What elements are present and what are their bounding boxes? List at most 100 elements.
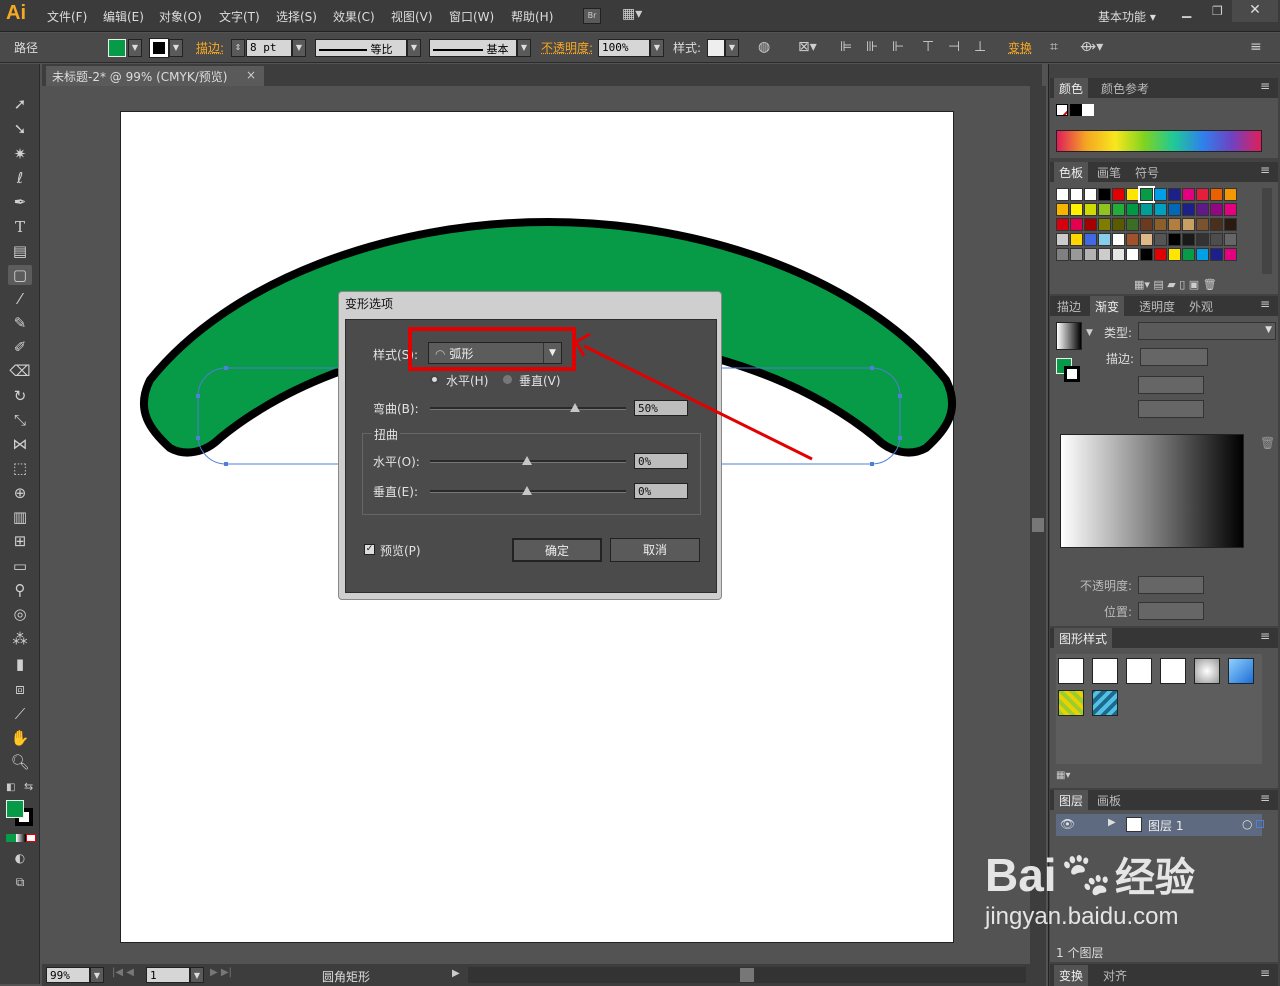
distort-horizontal-thumb[interactable]: [522, 456, 532, 465]
color-swatch[interactable]: [1168, 248, 1181, 261]
color-swatch[interactable]: [1070, 203, 1083, 216]
vertical-radio[interactable]: [503, 375, 512, 384]
menu-effect[interactable]: 效果(C): [333, 8, 375, 25]
color-swatch[interactable]: [1112, 203, 1125, 216]
color-swatch[interactable]: [1168, 203, 1181, 216]
type-tool-icon[interactable]: T: [8, 217, 32, 237]
gradient-stroke-buttons[interactable]: [1140, 348, 1208, 366]
blend-tool-icon[interactable]: ◎: [8, 604, 32, 624]
color-swatch[interactable]: [1126, 188, 1139, 201]
bend-value-field[interactable]: 50%: [634, 400, 688, 416]
envelope-icon[interactable]: ⟴▾: [1080, 39, 1103, 55]
artboard-dropdown-icon[interactable]: ▼: [190, 967, 204, 983]
stroke-weight-dropdown-icon[interactable]: ▼: [292, 39, 306, 57]
align-right-icon[interactable]: ⊩: [892, 39, 904, 55]
pen-tool-icon[interactable]: ✒: [8, 192, 32, 212]
slice-tool-icon[interactable]: ⟋: [8, 704, 32, 724]
style-shadow[interactable]: [1194, 658, 1220, 684]
eraser-tool-icon[interactable]: ⌫: [8, 361, 32, 381]
style-swatch[interactable]: [707, 39, 725, 57]
control-panel-menu-icon[interactable]: ≡: [1250, 39, 1262, 55]
zoom-dropdown-icon[interactable]: ▼: [90, 967, 104, 983]
menu-help[interactable]: 帮助(H): [511, 8, 553, 25]
color-swatch[interactable]: [1182, 248, 1195, 261]
bridge-button[interactable]: Br: [583, 8, 601, 24]
color-swatch[interactable]: [1182, 218, 1195, 231]
opacity-field[interactable]: 100%: [598, 39, 650, 57]
target-circle-icon[interactable]: ○: [1242, 817, 1252, 831]
tab-transform[interactable]: 变换: [1054, 965, 1089, 986]
color-swatch[interactable]: [1126, 203, 1139, 216]
color-swatch[interactable]: [1154, 203, 1167, 216]
transform-menu-icon[interactable]: ≡: [1260, 966, 1270, 980]
color-swatch[interactable]: [1196, 188, 1209, 201]
opacity-dropdown-icon[interactable]: ▼: [650, 39, 664, 57]
tab-brushes[interactable]: 画笔: [1092, 162, 1126, 183]
eyedropper-tool-icon[interactable]: ⚲: [8, 580, 32, 600]
vertical-scrollbar[interactable]: [1030, 86, 1046, 964]
brush-dropdown-icon[interactable]: ▼: [517, 39, 531, 57]
color-swatch[interactable]: [1168, 218, 1181, 231]
color-swatch[interactable]: [1224, 218, 1237, 231]
gradient-ramp[interactable]: [1060, 434, 1244, 548]
line-tool-icon[interactable]: ▤: [8, 241, 32, 261]
color-swatch[interactable]: [1084, 233, 1097, 246]
color-swatch[interactable]: [1126, 218, 1139, 231]
color-swatch[interactable]: [1112, 188, 1125, 201]
color-swatch[interactable]: [1154, 233, 1167, 246]
color-swatch[interactable]: [1098, 203, 1111, 216]
stroke-weight-field[interactable]: 8 pt: [246, 39, 292, 57]
color-swatch[interactable]: [1084, 248, 1097, 261]
close-document-icon[interactable]: ×: [246, 68, 256, 82]
gradient-menu-icon[interactable]: ≡: [1260, 297, 1270, 311]
vertical-scroll-thumb[interactable]: [1032, 518, 1044, 532]
perspective-grid-tool-icon[interactable]: ▥: [8, 507, 32, 527]
style-pattern-blue[interactable]: [1092, 690, 1118, 716]
color-swatch[interactable]: [1112, 233, 1125, 246]
magic-wand-tool-icon[interactable]: ✷: [8, 144, 32, 164]
color-swatch[interactable]: [1126, 248, 1139, 261]
tab-color[interactable]: 颜色: [1054, 78, 1089, 99]
menu-window[interactable]: 窗口(W): [449, 8, 494, 25]
screen-mode-icon[interactable]: ⧉: [8, 872, 32, 892]
color-swatch[interactable]: [1112, 218, 1125, 231]
color-swatch[interactable]: [1084, 218, 1097, 231]
minimize-icon[interactable]: ▁: [1182, 4, 1191, 18]
gradient-type-select[interactable]: ▼: [1138, 322, 1276, 340]
align-left-icon[interactable]: ⊫: [840, 39, 852, 55]
color-swatch[interactable]: [1098, 248, 1111, 261]
style-outline[interactable]: [1160, 658, 1186, 684]
draw-mode-icon[interactable]: ◐: [8, 848, 32, 868]
preview-checkbox[interactable]: ✓: [364, 544, 375, 555]
tab-gradient[interactable]: 渐变: [1090, 296, 1125, 317]
color-swatch[interactable]: [1098, 233, 1111, 246]
style-dropdown-icon[interactable]: ▼: [725, 39, 739, 57]
layer-name[interactable]: 图层 1: [1148, 817, 1183, 834]
color-swatch[interactable]: [1070, 218, 1083, 231]
stroke-swatch[interactable]: [149, 38, 169, 58]
artboard-number-field[interactable]: 1: [146, 967, 190, 983]
style-default[interactable]: [1058, 658, 1084, 684]
color-swatch[interactable]: [1140, 218, 1153, 231]
align-to-icon[interactable]: ⊠▾: [798, 39, 817, 55]
scale-tool-icon[interactable]: ⤡: [8, 410, 32, 430]
restore-icon[interactable]: ❐: [1212, 4, 1223, 18]
color-swatch[interactable]: [1224, 248, 1237, 261]
brush-definition[interactable]: 基本: [429, 39, 517, 57]
recolor-artwork-icon[interactable]: ◍: [758, 39, 770, 55]
color-swatch[interactable]: [1140, 203, 1153, 216]
color-swatch[interactable]: [1140, 233, 1153, 246]
color-swatch[interactable]: [1210, 203, 1223, 216]
transform-label[interactable]: 变换: [1008, 39, 1032, 56]
color-swatch[interactable]: [1084, 203, 1097, 216]
color-swatch[interactable]: [1196, 233, 1209, 246]
color-panel-menu-icon[interactable]: ≡: [1260, 79, 1270, 93]
distort-horizontal-field[interactable]: 0%: [634, 453, 688, 469]
style-pattern-green[interactable]: [1058, 690, 1084, 716]
layers-menu-icon[interactable]: ≡: [1260, 791, 1270, 805]
color-swatch[interactable]: [1196, 203, 1209, 216]
stroke-stepper-icon[interactable]: ⇕: [231, 39, 245, 57]
color-swatch[interactable]: [1210, 188, 1223, 201]
gradient-angle-field[interactable]: [1138, 376, 1204, 394]
color-swatch[interactable]: [1224, 188, 1237, 201]
